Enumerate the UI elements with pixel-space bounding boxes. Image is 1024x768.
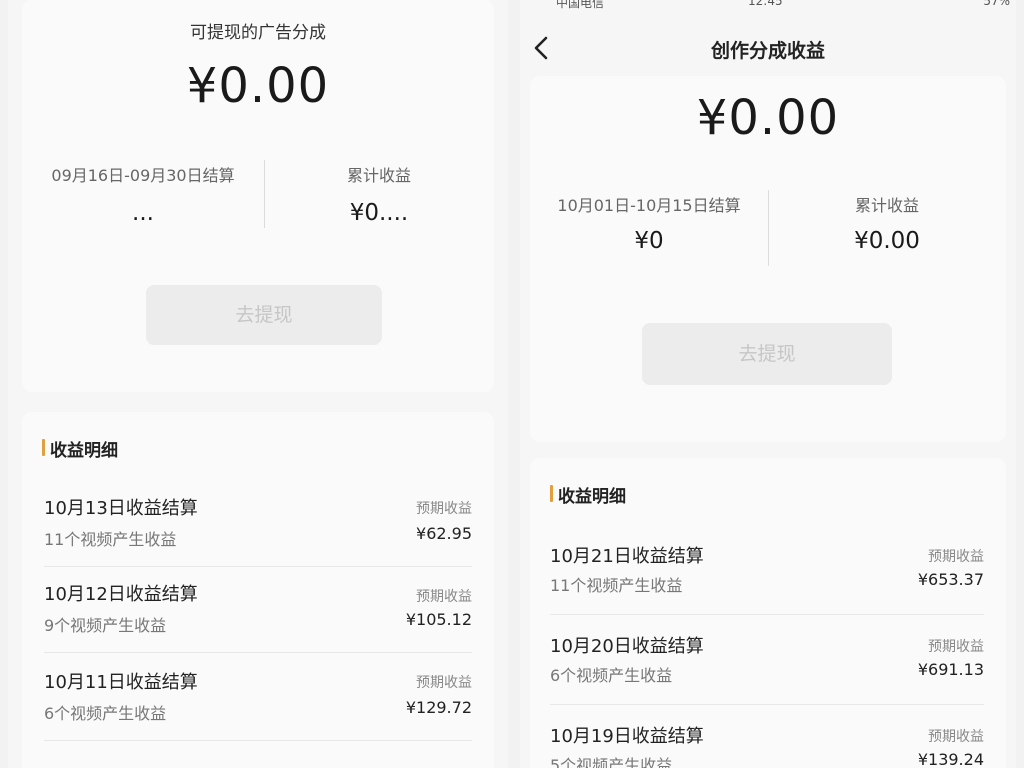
video-count: 5个视频产生收益 <box>550 756 673 768</box>
settlement-period-value: ... <box>132 200 154 226</box>
earnings-amount: ¥62.95 <box>416 524 472 543</box>
list-item[interactable]: 10月21日收益结算 11个视频产生收益 预期收益 ¥653.37 <box>530 528 1006 616</box>
page-title: 创作分成收益 <box>710 40 825 62</box>
earnings-amount: ¥653.37 <box>917 570 984 589</box>
settlement-date: 10月19日收益结算 <box>550 726 704 747</box>
list-item[interactable]: 10月13日收益结算 11个视频产生收益 预期收益 ¥62.95 <box>22 480 494 568</box>
status-bar: 中国电信 12:45 57% <box>520 0 1016 16</box>
earnings-amount: ¥105.12 <box>405 610 472 629</box>
settlement-date: 10月20日收益结算 <box>550 636 704 657</box>
video-count: 11个视频产生收益 <box>550 576 683 595</box>
withdraw-button[interactable]: 去提现 <box>642 323 892 385</box>
row-divider <box>550 704 984 705</box>
total-earnings-label: 累计收益 <box>346 166 411 185</box>
left-screenshot: 可提现的广告分成 ¥0.00 09月16日-09月30日结算 ... 累计收益 … <box>8 0 508 768</box>
withdraw-button[interactable]: 去提现 <box>146 285 382 345</box>
video-count: 6个视频产生收益 <box>550 666 673 685</box>
earnings-amount: ¥129.72 <box>405 698 472 717</box>
clock: 12:45 <box>748 0 783 8</box>
list-item[interactable]: 10月11日收益结算 6个视频产生收益 预期收益 ¥129.72 <box>22 654 494 742</box>
row-divider <box>44 652 472 653</box>
earnings-detail-title: 收益明细 <box>42 436 118 461</box>
navigation-bar: 创作分成收益 <box>520 30 1016 66</box>
earnings-detail-card: 收益明细 10月21日收益结算 11个视频产生收益 预期收益 ¥653.37 1… <box>530 458 1006 768</box>
expected-earnings-label: 预期收益 <box>928 639 984 655</box>
total-earnings-value: ¥0.00 <box>854 228 920 254</box>
right-screenshot: 中国电信 12:45 57% 创作分成收益 ¥0.00 10月01日-10月15… <box>520 0 1016 768</box>
total-earnings-value: ¥0.... <box>349 200 409 226</box>
settlement-period-label: 10月01日-10月15日结算 <box>557 196 741 215</box>
settlement-date: 10月13日收益结算 <box>44 498 198 519</box>
carrier-name: 中国电信 <box>556 0 605 10</box>
list-item[interactable]: 10月20日收益结算 6个视频产生收益 预期收益 ¥691.13 <box>530 618 1006 706</box>
list-item[interactable]: 10月12日收益结算 9个视频产生收益 预期收益 ¥105.12 <box>22 568 494 656</box>
earnings-detail-title: 收益明细 <box>550 482 626 507</box>
video-count: 9个视频产生收益 <box>44 616 167 635</box>
video-count: 6个视频产生收益 <box>44 704 167 723</box>
balance-amount: ¥0.00 <box>696 90 840 146</box>
expected-earnings-label: 预期收益 <box>928 729 984 745</box>
expected-earnings-label: 预期收益 <box>928 549 984 565</box>
row-divider <box>44 740 472 741</box>
list-item[interactable]: 10月19日收益结算 5个视频产生收益 预期收益 ¥139.24 <box>530 708 1006 768</box>
earnings-amount: ¥691.13 <box>917 660 984 679</box>
battery-level: 57% <box>983 0 1010 8</box>
earnings-amount: ¥139.24 <box>917 750 984 768</box>
settlement-date: 10月11日收益结算 <box>44 672 198 693</box>
expected-earnings-label: 预期收益 <box>416 589 472 605</box>
balance-card: 可提现的广告分成 ¥0.00 09月16日-09月30日结算 ... 累计收益 … <box>22 0 494 392</box>
total-earnings-label: 累计收益 <box>854 196 919 215</box>
balance-amount: ¥0.00 <box>186 58 330 114</box>
settlement-period-value: ¥0 <box>634 228 664 254</box>
balance-card: ¥0.00 10月01日-10月15日结算 ¥0 累计收益 ¥0.00 去提现 <box>530 76 1006 442</box>
row-divider <box>44 566 472 567</box>
expected-earnings-label: 预期收益 <box>416 675 472 691</box>
earnings-detail-card: 收益明细 10月13日收益结算 11个视频产生收益 预期收益 ¥62.95 10… <box>22 412 494 768</box>
settlement-period-label: 09月16日-09月30日结算 <box>51 166 235 185</box>
row-divider <box>550 614 984 615</box>
settlement-date: 10月12日收益结算 <box>44 584 198 605</box>
expected-earnings-label: 预期收益 <box>416 501 472 517</box>
settlement-date: 10月21日收益结算 <box>550 546 704 567</box>
withdrawable-ad-share-label: 可提现的广告分成 <box>190 23 326 43</box>
video-count: 11个视频产生收益 <box>44 530 177 549</box>
